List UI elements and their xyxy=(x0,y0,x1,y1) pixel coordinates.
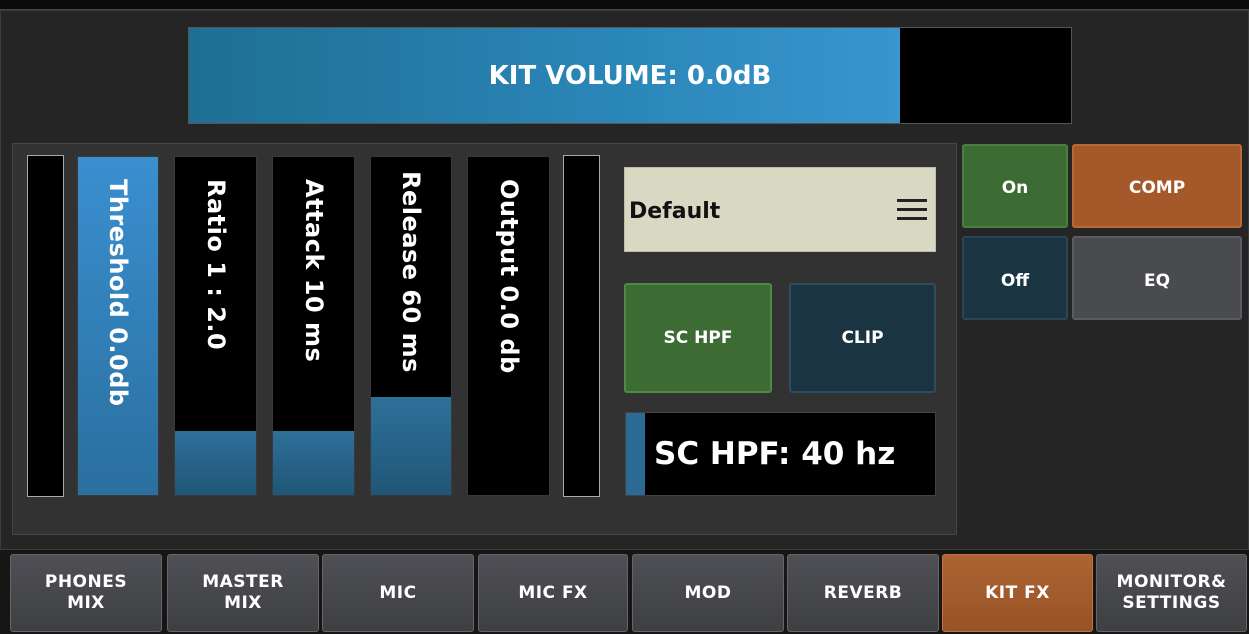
hamburger-menu-icon[interactable] xyxy=(897,199,927,221)
kit-volume-slider[interactable]: KIT VOLUME: 0.0dB xyxy=(188,27,1072,124)
preset-selector[interactable]: Default xyxy=(624,167,936,252)
ratio-fader-fill xyxy=(175,430,256,495)
sc-hpf-button[interactable]: SC HPF xyxy=(624,283,772,393)
preset-name: Default xyxy=(629,199,721,224)
top-border xyxy=(0,0,1249,10)
attack-fader-fill xyxy=(273,430,354,495)
release-fader-fill xyxy=(371,396,451,495)
eq-button[interactable]: EQ xyxy=(1072,236,1242,320)
tab-phones-mix[interactable]: PHONES MIX xyxy=(10,554,162,632)
sc-hpf-slider-label: SC HPF: 40 hz xyxy=(654,436,896,472)
output-fader-label: Output 0.0 db xyxy=(494,179,523,374)
clip-button[interactable]: CLIP xyxy=(789,283,936,393)
threshold-fader-label: Threshold 0.0db xyxy=(104,179,132,407)
attack-fader[interactable]: Attack 10 ms xyxy=(272,156,355,496)
release-fader-label: Release 60 ms xyxy=(397,171,425,373)
output-level-meter xyxy=(563,155,600,497)
input-level-meter xyxy=(27,155,64,497)
output-fader[interactable]: Output 0.0 db xyxy=(467,156,550,496)
off-button[interactable]: Off xyxy=(962,236,1068,320)
tab-monitor-settings[interactable]: MONITOR& SETTINGS xyxy=(1096,554,1247,632)
tab-kit-fx[interactable]: KIT FX xyxy=(942,554,1093,632)
comp-button[interactable]: COMP xyxy=(1072,144,1242,228)
release-fader[interactable]: Release 60 ms xyxy=(370,156,452,496)
ratio-fader-label: Ratio 1 : 2.0 xyxy=(201,179,230,351)
ratio-fader[interactable]: Ratio 1 : 2.0 xyxy=(174,156,257,496)
tab-reverb[interactable]: REVERB xyxy=(787,554,939,632)
sc-hpf-slider[interactable]: SC HPF: 40 hz xyxy=(625,412,936,496)
attack-fader-label: Attack 10 ms xyxy=(299,179,328,363)
threshold-fader[interactable]: Threshold 0.0db xyxy=(77,156,159,496)
tab-mod[interactable]: MOD xyxy=(632,554,784,632)
tab-mic[interactable]: MIC xyxy=(322,554,474,632)
sc-hpf-slider-fill xyxy=(626,413,645,495)
tab-master-mix[interactable]: MASTER MIX xyxy=(167,554,319,632)
tab-mic-fx[interactable]: MIC FX xyxy=(478,554,628,632)
kit-volume-label: KIT VOLUME: 0.0dB xyxy=(488,60,772,91)
on-button[interactable]: On xyxy=(962,144,1068,228)
